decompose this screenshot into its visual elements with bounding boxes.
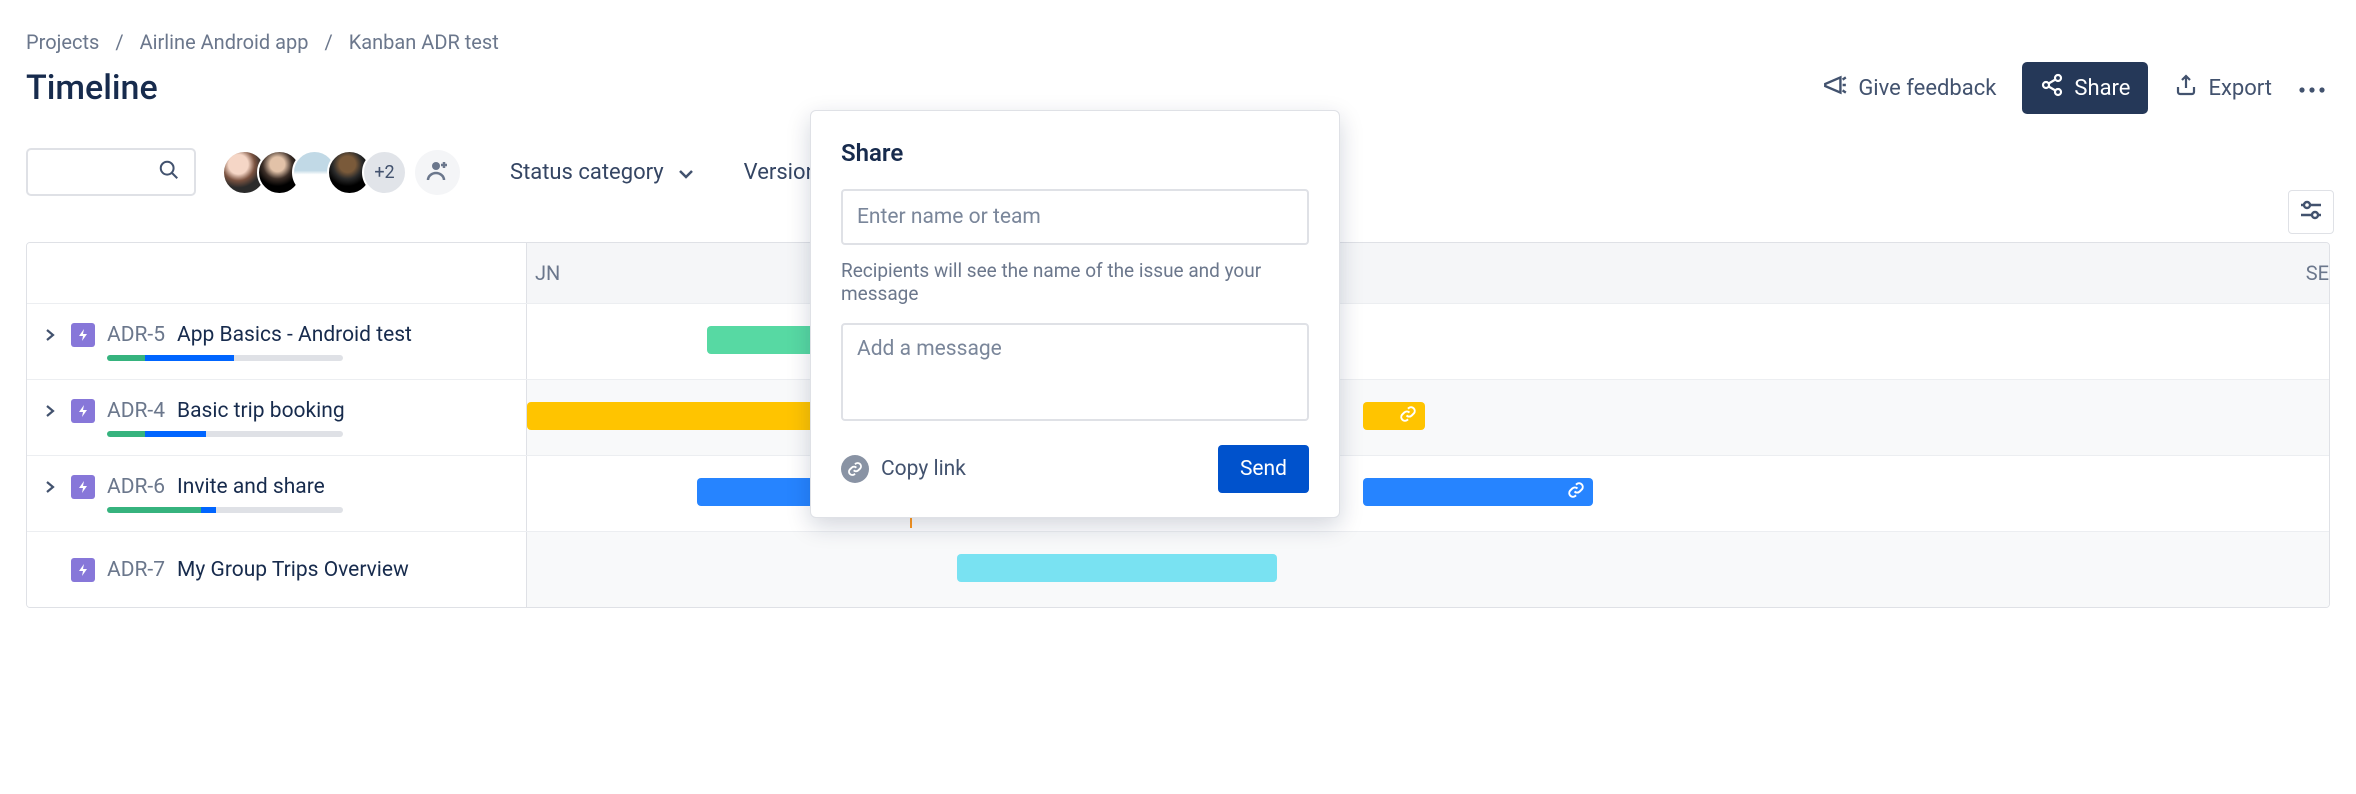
copy-link-button[interactable]: Copy link <box>841 455 966 483</box>
share-label: Share <box>2074 76 2130 101</box>
link-icon <box>1399 405 1417 427</box>
breadcrumb-projects[interactable]: Projects <box>26 30 99 54</box>
share-hint: Recipients will see the name of the issu… <box>841 259 1309 305</box>
share-icon <box>2040 73 2064 103</box>
status-category-label: Status category <box>510 160 664 185</box>
expand-toggle[interactable] <box>41 404 59 418</box>
progress-bar <box>107 355 343 361</box>
share-name-input[interactable] <box>841 189 1309 245</box>
give-feedback-button[interactable]: Give feedback <box>1822 72 1996 104</box>
share-popover: Share Recipients will see the name of th… <box>810 110 1340 518</box>
avatar-overflow[interactable]: +2 <box>362 150 407 195</box>
avatar-group: +2 <box>222 150 460 195</box>
link-icon <box>1567 481 1585 503</box>
export-label: Export <box>2208 76 2272 101</box>
issue-summary[interactable]: Invite and share <box>177 475 325 499</box>
issue-key[interactable]: ADR-7 <box>107 558 165 582</box>
status-category-dropdown[interactable]: Status category <box>510 160 694 185</box>
chevron-down-icon <box>678 160 694 185</box>
month-label: SE <box>2306 261 2329 285</box>
share-button[interactable]: Share <box>2022 62 2148 114</box>
expand-toggle[interactable] <box>41 480 59 494</box>
epic-icon <box>71 323 95 347</box>
breadcrumb: Projects / Airline Android app / Kanban … <box>26 30 2330 54</box>
gantt-bar[interactable] <box>1363 402 1425 430</box>
epic-icon <box>71 399 95 423</box>
breadcrumb-project[interactable]: Airline Android app <box>140 30 309 54</box>
sliders-icon <box>2299 200 2323 224</box>
table-row[interactable]: ADR-7 My Group Trips Overview <box>27 531 2329 607</box>
breadcrumb-separator: / <box>115 30 123 54</box>
progress-bar <box>107 507 343 513</box>
share-popover-title: Share <box>841 139 1309 167</box>
breadcrumb-separator: / <box>324 30 332 54</box>
send-button[interactable]: Send <box>1218 445 1309 493</box>
megaphone-icon <box>1822 72 1848 104</box>
progress-bar <box>107 431 343 437</box>
add-user-button[interactable] <box>415 150 460 195</box>
page-title: Timeline <box>26 68 158 108</box>
export-button[interactable]: Export <box>2174 73 2272 103</box>
more-button[interactable] <box>2298 76 2326 101</box>
gantt-bar[interactable] <box>957 554 1277 582</box>
issue-summary[interactable]: App Basics - Android test <box>177 323 412 347</box>
gantt-bar[interactable] <box>1363 478 1593 506</box>
issue-summary[interactable]: My Group Trips Overview <box>177 558 409 582</box>
issue-key[interactable]: ADR-6 <box>107 475 165 499</box>
issue-summary[interactable]: Basic trip booking <box>177 399 345 423</box>
expand-toggle[interactable] <box>41 328 59 342</box>
add-user-icon <box>426 158 450 186</box>
give-feedback-label: Give feedback <box>1858 76 1996 101</box>
issue-key[interactable]: ADR-4 <box>107 399 165 423</box>
search-icon <box>158 159 180 185</box>
copy-link-label: Copy link <box>881 457 966 481</box>
share-message-textarea[interactable] <box>841 323 1309 421</box>
breadcrumb-board[interactable]: Kanban ADR test <box>349 30 499 54</box>
epic-icon <box>71 558 95 582</box>
search-input[interactable] <box>26 148 196 196</box>
export-icon <box>2174 73 2198 103</box>
link-icon <box>841 455 869 483</box>
month-label: JN <box>535 261 560 285</box>
more-icon <box>2298 76 2326 101</box>
epic-icon <box>71 475 95 499</box>
issue-key[interactable]: ADR-5 <box>107 323 165 347</box>
view-settings-button[interactable] <box>2288 190 2334 234</box>
